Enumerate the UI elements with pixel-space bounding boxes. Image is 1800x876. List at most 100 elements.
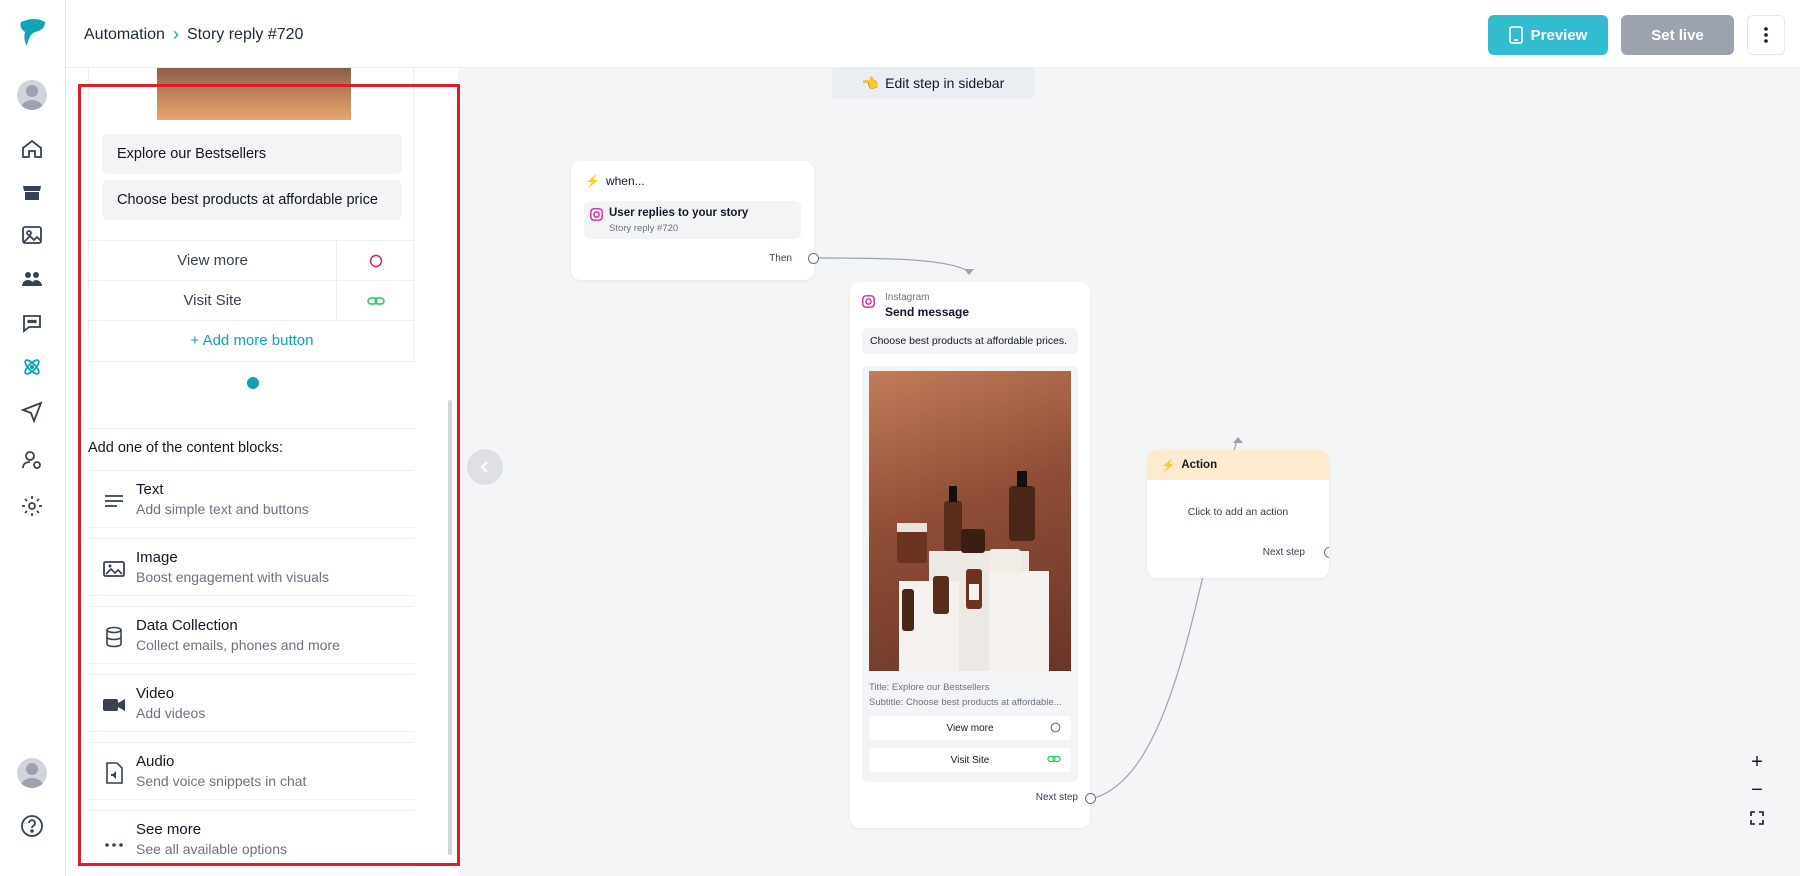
zoom-controls: + − [1744, 750, 1770, 830]
content-block-text[interactable]: Text Add simple text and buttons [88, 470, 414, 528]
lightning-icon: ⚡ [585, 174, 600, 188]
block-title: Video [136, 685, 175, 702]
chat-icon[interactable] [19, 310, 45, 336]
trigger-item[interactable]: User replies to your story Story reply #… [584, 201, 801, 239]
image-icon [103, 561, 125, 577]
divider [88, 428, 414, 429]
settings-gear-icon[interactable] [19, 493, 45, 519]
preview-button-label: Visit Site [950, 754, 990, 766]
product-photo [869, 371, 1071, 671]
instagram-icon [862, 295, 875, 308]
next-step-port[interactable] [1324, 547, 1329, 558]
card-button-row[interactable]: Visit Site [89, 280, 415, 320]
add-action-prompt[interactable]: Click to add an action [1147, 506, 1329, 518]
node-platform: Instagram [885, 292, 930, 303]
next-step-port[interactable] [1085, 793, 1096, 804]
trigger-node[interactable]: ⚡ when... User replies to your story Sto… [571, 161, 819, 280]
block-description: Add videos [136, 705, 206, 721]
node-title: Send message [885, 305, 970, 319]
preview-button-visit-site[interactable]: Visit Site [869, 748, 1071, 772]
app-logo-icon[interactable] [15, 16, 49, 52]
home-icon[interactable] [19, 136, 45, 162]
product-photo-illustration [897, 471, 1049, 671]
card-button-label[interactable]: View more [89, 241, 337, 280]
action-node[interactable]: ⚡ Action Click to add an action Next ste… [1147, 450, 1329, 578]
left-nav-rail [0, 0, 66, 876]
preview-button[interactable]: Preview [1488, 15, 1608, 55]
block-title: Audio [136, 753, 175, 770]
card-button-row[interactable]: View more [89, 240, 415, 280]
content-block-video[interactable]: Video Add videos [88, 674, 414, 732]
then-label: Then [769, 253, 792, 264]
preview-label: Preview [1530, 26, 1588, 44]
account-avatar[interactable] [17, 758, 47, 788]
message-text-preview: Choose best products at affordable price… [862, 328, 1078, 354]
card-image[interactable] [157, 68, 351, 120]
then-port[interactable] [808, 253, 819, 264]
vertical-ellipsis-icon [1764, 27, 1768, 43]
content-block-audio[interactable]: Audio Send voice snippets in chat [88, 742, 414, 800]
help-icon[interactable] [19, 813, 45, 839]
edit-step-hint: 👈 Edit step in sidebar [832, 67, 1034, 99]
link-icon[interactable] [337, 281, 415, 320]
store-icon[interactable] [19, 180, 45, 206]
chevron-right-icon: › [172, 24, 179, 44]
carousel-subtitle-caption: Subtitle: Choose best products at afford… [869, 697, 1062, 708]
zoom-in-icon[interactable]: + [1744, 750, 1770, 774]
content-block-image[interactable]: Image Boost engagement with visuals [88, 538, 414, 596]
breadcrumb-root[interactable]: Automation [84, 26, 165, 44]
user-settings-icon[interactable] [19, 447, 45, 473]
fit-view-icon[interactable] [1744, 806, 1770, 830]
preview-button-label: View more [946, 722, 994, 734]
breadcrumb: Automation › Story reply #720 [84, 24, 303, 45]
trigger-header: ⚡ when... [585, 174, 645, 188]
zoom-out-icon[interactable]: − [1744, 778, 1770, 802]
media-icon[interactable] [19, 222, 45, 248]
circle-icon [1050, 722, 1061, 733]
carousel-title-caption: Title: Explore our Bestsellers [869, 682, 990, 693]
block-title: Image [136, 549, 178, 566]
preview-button-view-more[interactable]: View more [869, 716, 1071, 740]
ellipsis-icon [105, 843, 123, 847]
block-description: See all available options [136, 841, 287, 857]
carousel-page-dot[interactable] [247, 377, 259, 389]
top-bar: Automation › Story reply #720 Preview Se… [66, 0, 1800, 68]
block-description: Collect emails, phones and more [136, 637, 340, 653]
send-icon[interactable] [19, 398, 45, 424]
phone-icon [1508, 26, 1523, 44]
next-step-label: Next step [1262, 547, 1305, 558]
user-avatar-icon [21, 763, 43, 788]
card-subtitle-input[interactable]: Choose best products at affordable price [102, 180, 402, 220]
content-block-see-more[interactable]: See more See all available options [88, 810, 414, 868]
content-block-data-collection[interactable]: Data Collection Collect emails, phones a… [88, 606, 414, 664]
action-header: ⚡ Action [1147, 450, 1329, 480]
audio-file-icon [106, 762, 123, 784]
avatar[interactable] [17, 80, 47, 110]
circle-icon[interactable] [337, 241, 415, 280]
video-camera-icon [103, 699, 125, 711]
chevron-left-icon [480, 461, 488, 473]
link-icon [1047, 755, 1061, 763]
users-icon[interactable] [19, 266, 45, 292]
block-title: Data Collection [136, 617, 238, 634]
lightning-icon: ⚡ [1161, 460, 1176, 472]
trigger-title: User replies to your story [609, 207, 749, 219]
card-button-label[interactable]: Visit Site [89, 281, 337, 320]
send-message-node[interactable]: Instagram Send message Choose best produ… [850, 282, 1096, 828]
content-blocks-heading: Add one of the content blocks: [88, 440, 284, 456]
carousel-card: Explore our Bestsellers Choose best prod… [88, 68, 415, 362]
block-description: Add simple text and buttons [136, 501, 309, 517]
collapse-sidebar-button[interactable] [467, 449, 503, 485]
user-avatar-icon [21, 85, 43, 110]
database-icon [106, 626, 122, 648]
add-more-button[interactable]: + Add more button [89, 320, 415, 360]
more-options-button[interactable] [1747, 15, 1785, 55]
set-live-button[interactable]: Set live [1621, 15, 1734, 55]
sidebar-scrollbar[interactable] [448, 400, 452, 855]
hint-text: Edit step in sidebar [885, 75, 1005, 91]
block-description: Send voice snippets in chat [136, 773, 307, 789]
card-title-input[interactable]: Explore our Bestsellers [102, 134, 402, 174]
automation-icon[interactable] [19, 354, 45, 380]
block-title: See more [136, 821, 202, 838]
next-step-label: Next step [1035, 792, 1078, 803]
